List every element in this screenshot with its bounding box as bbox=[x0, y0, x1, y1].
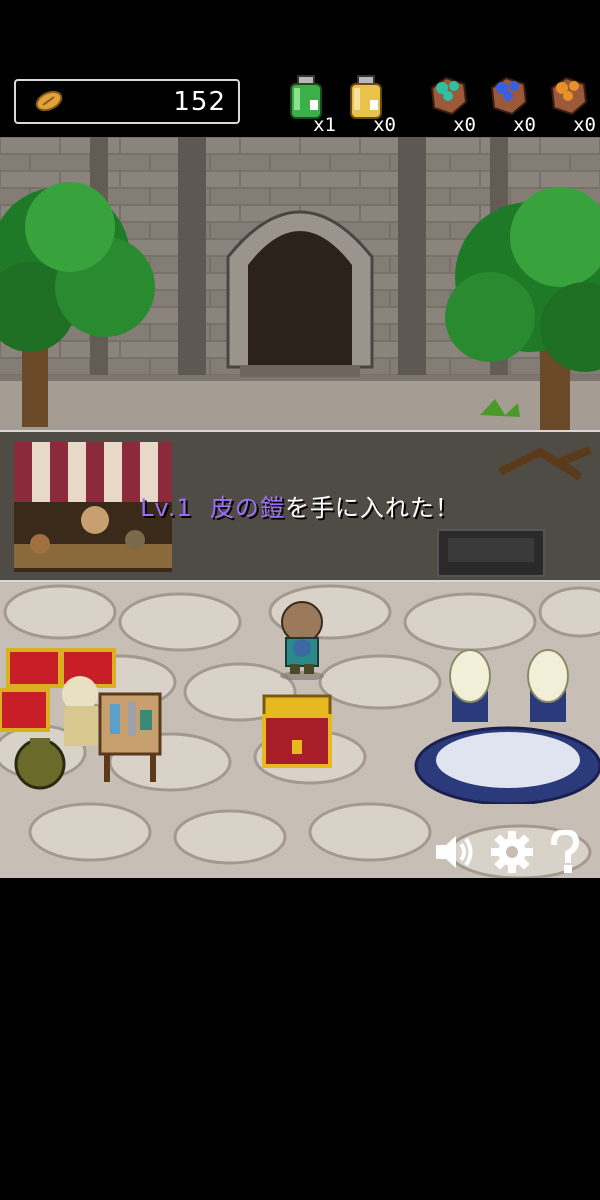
merchant-table bbox=[98, 692, 162, 782]
hero-character[interactable] bbox=[272, 600, 332, 680]
merchant-area[interactable] bbox=[0, 644, 170, 794]
yellow-potion-slot[interactable]: x0 bbox=[344, 74, 396, 136]
help-question-icon[interactable] bbox=[548, 830, 582, 874]
green-ore-slot[interactable]: x0 bbox=[424, 74, 476, 136]
summoning-portal[interactable] bbox=[412, 648, 600, 804]
item-acquired-message: Lv.1 皮の鎧を手に入れた！ bbox=[0, 488, 600, 523]
green-ore-icon bbox=[430, 76, 468, 116]
blue-ore-slot[interactable]: x0 bbox=[484, 74, 536, 136]
clay-pot bbox=[14, 738, 66, 790]
green-potion-slot[interactable]: x1 bbox=[284, 74, 336, 136]
merchant-girl bbox=[62, 676, 98, 746]
castle-gate-scene[interactable] bbox=[0, 137, 600, 430]
coin-icon bbox=[35, 90, 63, 112]
blue-ore-icon bbox=[490, 76, 528, 116]
blue-ore-count: x0 bbox=[513, 114, 536, 136]
settings-gear-icon[interactable] bbox=[490, 830, 534, 874]
coin-counter: 152 bbox=[14, 79, 240, 124]
top-hud: 152 x1 x0 x0 x0 x0 bbox=[0, 0, 600, 137]
orange-ore-count: x0 bbox=[573, 114, 596, 136]
treasure-chest[interactable] bbox=[262, 694, 332, 770]
yellow-potion-count: x0 bbox=[373, 114, 396, 136]
castle-wall-background bbox=[0, 137, 600, 430]
coin-count: 152 bbox=[173, 87, 226, 117]
egg-pedestal-left bbox=[449, 649, 491, 722]
green-potion-count: x1 bbox=[313, 114, 336, 136]
orange-ore-slot[interactable]: x0 bbox=[544, 74, 596, 136]
message-suffix: を手に入れた！ bbox=[284, 494, 460, 522]
item-name: 皮の鎧 bbox=[209, 494, 285, 522]
item-level: Lv.1 bbox=[140, 494, 193, 522]
green-ore-count: x0 bbox=[453, 114, 476, 136]
sound-icon[interactable] bbox=[432, 830, 476, 874]
orange-ore-icon bbox=[550, 76, 588, 116]
egg-pedestal-right bbox=[527, 649, 569, 722]
game-controls bbox=[432, 830, 582, 874]
